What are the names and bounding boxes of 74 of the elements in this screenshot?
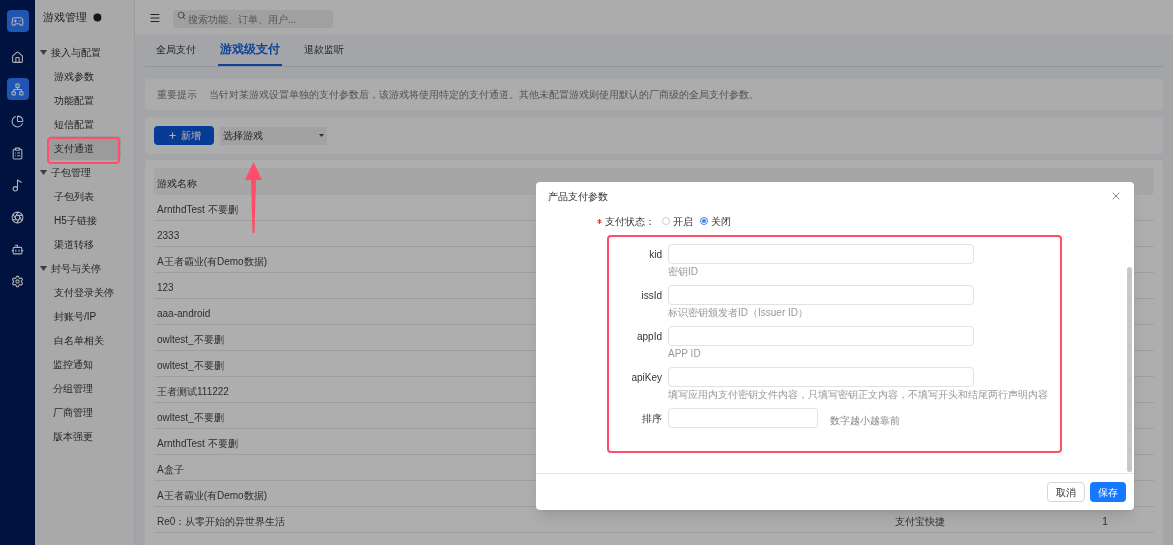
table-cell: A盒子 [157,463,184,475]
sidebar-item[interactable]: 版本强更 [35,424,134,448]
sidebar-item[interactable]: 支付登录关停 [48,280,121,304]
input-field[interactable] [668,408,818,428]
radio-option[interactable]: 开启 [662,213,693,229]
field-label: issId [640,289,662,303]
table-cell: ArnthdTest 不要删 [157,203,238,215]
table-cell: 支付宝快捷 [895,515,945,527]
dialog-title: 产品支付参数 [548,189,608,204]
cancel-button[interactable]: 取消 [1047,482,1085,502]
field-help: 密钥ID [668,266,699,278]
sidebar-item[interactable]: 分组管理 [35,376,134,400]
save-button[interactable]: 保存 [1090,482,1126,502]
sidebar-item[interactable]: H5子链接 [48,208,121,232]
search-icon [177,10,186,20]
input-field[interactable] [668,326,974,346]
notice-text: 当针对某游戏设置单独的支付参数后，该游戏将使用特定的支付通道。其他未配置游戏则使用默认的厂商级的全局支付参数。 [209,88,759,102]
sidebar-item[interactable]: 功能配置 [48,88,121,112]
table-cell: owltest_不要删 [157,333,224,345]
field-help: 标识密钥颁发者ID（Issuer ID） [668,307,809,319]
table-cell: Re0：从零开始的异世界生活 [157,515,286,527]
input-field[interactable] [668,285,974,305]
table-cell: aaa-android [157,307,211,319]
table-cell: 123 [157,281,174,293]
sidebar-group[interactable]: 接入与配置 [35,40,134,64]
tab[interactable]: 全局支付 [154,34,198,66]
plus-icon [167,131,177,140]
table-cell: owltest_不要删 [157,411,224,423]
caret-icon [40,265,47,271]
sidebar-title: 游戏管理 [43,10,87,26]
search-field[interactable]: 搜索功能、订单、用户... [173,10,333,28]
dropdown-icon [319,134,324,137]
scrollbar[interactable] [1127,267,1132,472]
radio-option[interactable]: 关闭 [700,213,731,229]
sidebar-item[interactable]: 白名单相关 [48,328,121,352]
sidebar-item[interactable]: 渠道转移 [48,232,121,256]
table-cell: 1 [1102,515,1108,527]
table-cell: 2333 [157,229,180,241]
sidebar-item[interactable]: 子包列表 [48,184,121,208]
table-cell: A王者霸业(有Demo数据) [157,489,267,501]
sidebar-item[interactable]: 游戏参数 [48,64,121,88]
annotation-arrow [245,162,262,233]
field-label: appId [635,330,662,344]
caret-icon [40,49,47,55]
table-cell: A王者霸业(有Demo数据) [157,255,267,267]
caret-icon [40,169,47,175]
field-label: 排序 [641,412,662,426]
table-cell: owltest_不要删 [157,359,224,371]
tab[interactable]: 退款监听 [302,34,346,66]
tab[interactable]: 游戏级支付 [218,34,282,66]
sidebar-item[interactable]: 短信配置 [48,112,121,136]
input-field[interactable] [668,244,974,264]
sidebar-item[interactable]: 厂商管理 [35,400,134,424]
add-button[interactable]: 新增 [154,126,214,145]
logo-icon[interactable] [6,10,29,32]
sidebar-item[interactable]: 监控通知 [35,352,134,376]
sidebar-group[interactable]: 封号与关停 [35,256,134,280]
game-select[interactable]: 选择游戏 [220,126,327,145]
field-help: 填写应用内支付密钥文件内容，只填写密钥正文内容，不填写开头和结尾两行声明内容 [668,389,1049,401]
column-header: 游戏名称 [157,177,197,189]
field-help: APP ID [668,348,702,360]
notice-title: 重要提示 [157,88,197,102]
table-cell: 王者测试111222 [157,385,229,397]
sidebar-group[interactable]: 子包管理 [35,160,134,184]
input-field[interactable] [668,367,974,387]
close-icon[interactable] [1110,190,1122,202]
field-label: apiKey [630,371,662,385]
field-label: kid [648,248,662,262]
table-cell: ArnthdTest 不要删 [157,437,238,449]
menu-icon[interactable] [149,11,161,24]
field-note: 数字越小越靠前 [830,414,900,428]
sidebar-item[interactable]: 封账号/IP [48,304,121,328]
network-icon[interactable] [6,78,29,100]
field-label: 支付状态： [605,214,655,229]
